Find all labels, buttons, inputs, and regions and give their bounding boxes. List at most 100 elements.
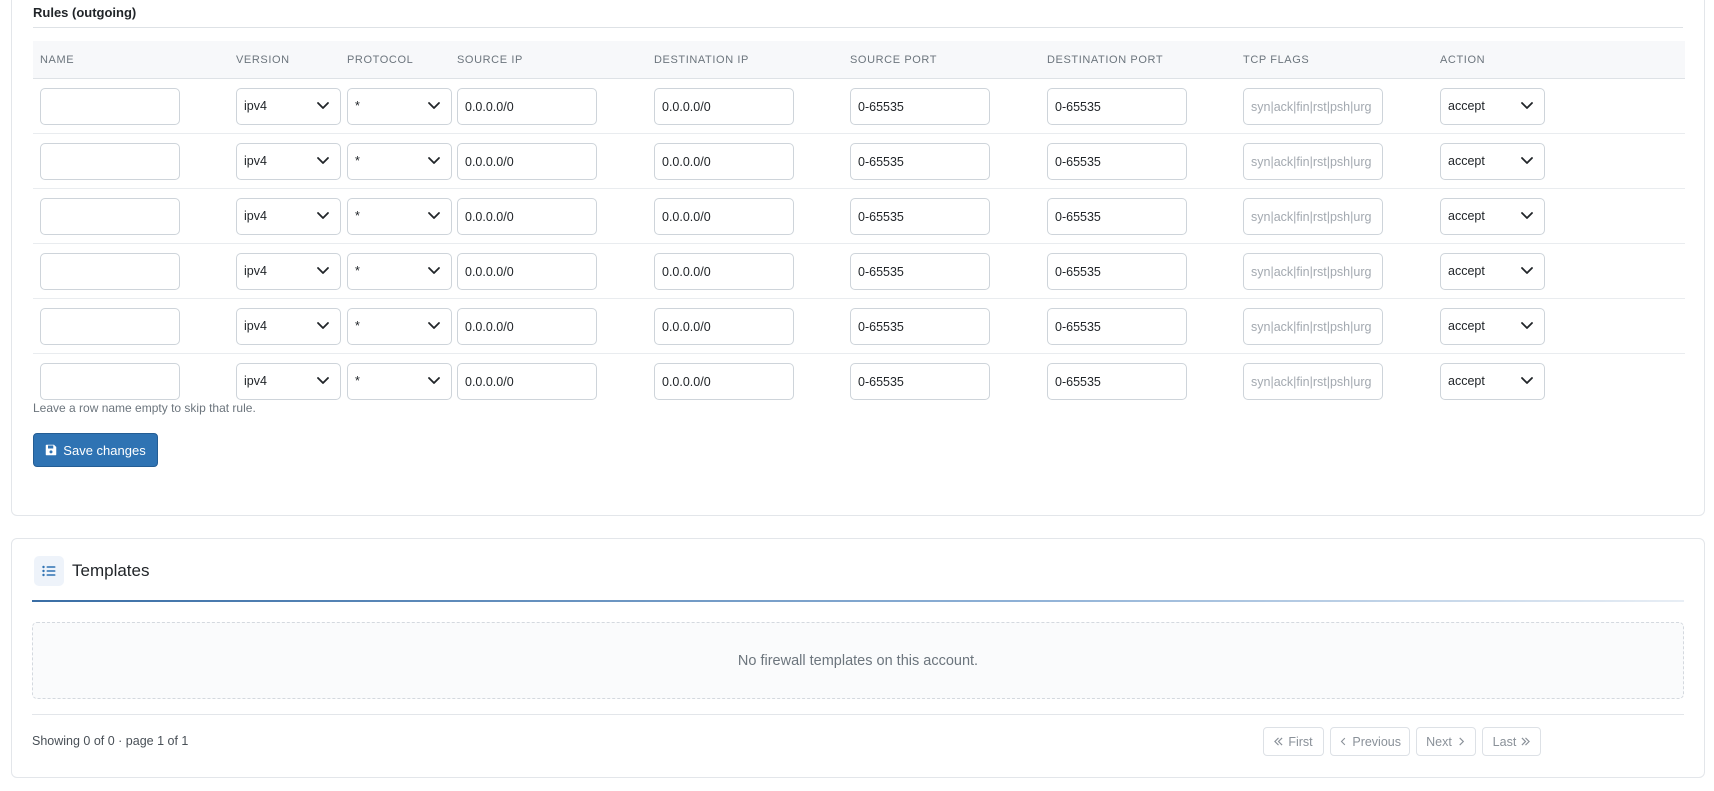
rule-cell-destination-ip — [654, 143, 794, 180]
action-select[interactable]: accept — [1440, 88, 1545, 125]
source-ip-input[interactable] — [457, 363, 597, 400]
pagination-first-button[interactable]: First — [1263, 727, 1324, 756]
name-input[interactable] — [40, 88, 180, 125]
save-changes-label: Save changes — [63, 442, 146, 458]
rules-divider — [33, 27, 1683, 28]
destination-ip-input[interactable] — [654, 363, 794, 400]
version-select[interactable]: ipv4 — [236, 253, 341, 290]
protocol-select-value: * — [355, 99, 360, 113]
name-input[interactable] — [40, 253, 180, 290]
rule-cell-tcp-flags — [1243, 308, 1383, 345]
rule-cell-protocol: * — [347, 198, 452, 235]
tcp-flags-input[interactable] — [1243, 198, 1383, 235]
destination-port-input[interactable] — [1047, 143, 1187, 180]
action-select[interactable]: accept — [1440, 253, 1545, 290]
rules-table-header: NAME VERSION PROTOCOL SOURCE IP DESTINATION … — [33, 41, 1685, 79]
column-header-source-ip: SOURCE IP — [457, 54, 523, 66]
source-ip-input[interactable] — [457, 253, 597, 290]
rule-cell-destination-ip — [654, 198, 794, 235]
rule-cell-destination-ip — [654, 253, 794, 290]
destination-port-input[interactable] — [1047, 198, 1187, 235]
source-ip-input[interactable] — [457, 143, 597, 180]
destination-port-input[interactable] — [1047, 363, 1187, 400]
pagination-next-label: Next — [1426, 734, 1452, 749]
destination-port-input[interactable] — [1047, 308, 1187, 345]
version-select[interactable]: ipv4 — [236, 363, 341, 400]
tcp-flags-input[interactable] — [1243, 88, 1383, 125]
rule-cell-source-ip — [457, 143, 597, 180]
destination-ip-input[interactable] — [654, 198, 794, 235]
column-header-version: VERSION — [236, 54, 290, 66]
rule-cell-source-ip — [457, 308, 597, 345]
chevron-down-icon — [317, 322, 329, 329]
protocol-select[interactable]: * — [347, 88, 452, 125]
source-port-input[interactable] — [850, 363, 990, 400]
name-input[interactable] — [40, 198, 180, 235]
source-ip-input[interactable] — [457, 308, 597, 345]
column-header-name: NAME — [40, 54, 75, 66]
rule-cell-source-port — [850, 308, 990, 345]
column-header-tcp-flags: TCP FLAGS — [1243, 54, 1310, 66]
destination-ip-input[interactable] — [654, 143, 794, 180]
protocol-select[interactable]: * — [347, 253, 452, 290]
source-ip-input[interactable] — [457, 88, 597, 125]
rule-cell-name — [40, 143, 180, 180]
action-select[interactable]: accept — [1440, 143, 1545, 180]
chevron-down-icon — [1521, 157, 1533, 164]
save-changes-button[interactable]: Save changes — [33, 433, 158, 467]
destination-ip-input[interactable] — [654, 253, 794, 290]
source-port-input[interactable] — [850, 88, 990, 125]
name-input[interactable] — [40, 363, 180, 400]
tcp-flags-input[interactable] — [1243, 143, 1383, 180]
protocol-select[interactable]: * — [347, 308, 452, 345]
chevron-down-icon — [317, 267, 329, 274]
tcp-flags-input[interactable] — [1243, 363, 1383, 400]
destination-ip-input[interactable] — [654, 88, 794, 125]
rule-cell-protocol: * — [347, 308, 452, 345]
version-select[interactable]: ipv4 — [236, 198, 341, 235]
source-port-input[interactable] — [850, 308, 990, 345]
name-input[interactable] — [40, 143, 180, 180]
version-select-value: ipv4 — [244, 209, 267, 223]
action-select-value: accept — [1448, 99, 1485, 113]
version-select[interactable]: ipv4 — [236, 308, 341, 345]
rules-card: Rules (outgoing) NAME VERSION PROTOCOL SOUR… — [11, 0, 1705, 516]
rule-cell-action: accept — [1440, 308, 1545, 345]
destination-port-input[interactable] — [1047, 253, 1187, 290]
rule-cell-source-port — [850, 363, 990, 400]
rule-cell-protocol: * — [347, 363, 452, 400]
pagination-next-button[interactable]: Next — [1416, 727, 1476, 756]
pagination-last-label: Last — [1492, 734, 1517, 749]
pagination-last-button[interactable]: Last — [1482, 727, 1541, 756]
table-row: ipv4 * accept — [33, 189, 1685, 244]
protocol-select-value: * — [355, 209, 360, 223]
action-select[interactable]: accept — [1440, 198, 1545, 235]
protocol-select-value: * — [355, 154, 360, 168]
destination-ip-input[interactable] — [654, 308, 794, 345]
rule-cell-source-port — [850, 253, 990, 290]
source-port-input[interactable] — [850, 253, 990, 290]
version-select[interactable]: ipv4 — [236, 88, 341, 125]
source-ip-input[interactable] — [457, 198, 597, 235]
protocol-select[interactable]: * — [347, 143, 452, 180]
chevron-down-icon — [317, 212, 329, 219]
rule-cell-name — [40, 88, 180, 125]
source-port-input[interactable] — [850, 143, 990, 180]
name-input[interactable] — [40, 308, 180, 345]
column-header-destination-port: DESTINATION PORT — [1047, 54, 1164, 66]
pagination-previous-button[interactable]: Previous — [1330, 727, 1410, 756]
action-select[interactable]: accept — [1440, 363, 1545, 400]
rule-cell-destination-port — [1047, 253, 1187, 290]
tcp-flags-input[interactable] — [1243, 308, 1383, 345]
chevron-down-icon — [428, 212, 440, 219]
source-port-input[interactable] — [850, 198, 990, 235]
action-select[interactable]: accept — [1440, 308, 1545, 345]
rule-cell-source-ip — [457, 363, 597, 400]
version-select[interactable]: ipv4 — [236, 143, 341, 180]
destination-port-input[interactable] — [1047, 88, 1187, 125]
chevron-down-icon — [1521, 267, 1533, 274]
protocol-select[interactable]: * — [347, 198, 452, 235]
protocol-select[interactable]: * — [347, 363, 452, 400]
rule-cell-destination-port — [1047, 143, 1187, 180]
tcp-flags-input[interactable] — [1243, 253, 1383, 290]
